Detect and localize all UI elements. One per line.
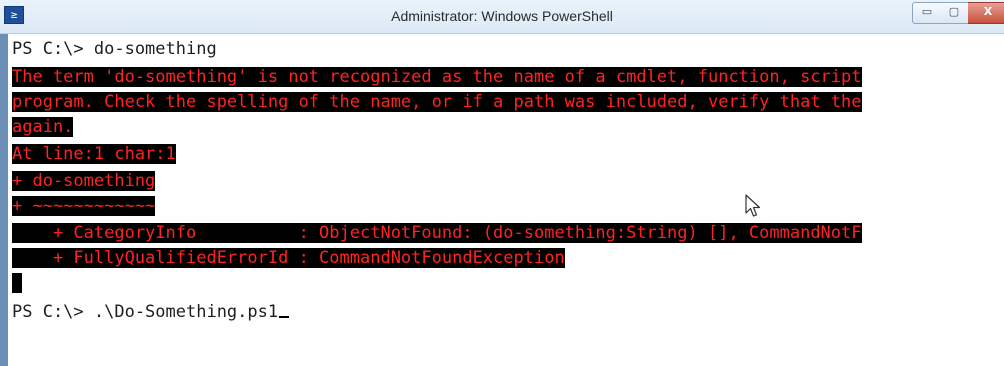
error-line: + CategoryInfo : ObjectNotFound: (do-som… [12, 221, 862, 245]
error-line: program. Check the spelling of the name,… [12, 90, 862, 114]
error-line: The term 'do-something' is not recognize… [12, 65, 862, 89]
error-line: + do-something [12, 169, 156, 193]
powershell-window: ≥ Administrator: Windows PowerShell ▭ ▢ … [0, 0, 1004, 366]
error-text: The term 'do-something' is not recognize… [12, 67, 862, 87]
error-line: At line:1 char:1 [12, 142, 176, 166]
error-text: + do-something [12, 171, 156, 191]
error-line: + ~~~~~~~~~~~~ [12, 194, 156, 218]
error-line: + FullyQualifiedErrorId : CommandNotFoun… [12, 246, 565, 270]
window-left-border [0, 34, 8, 366]
prompt-line: PS C:\> do-something [12, 39, 217, 59]
error-text [12, 273, 23, 293]
error-text: At line:1 char:1 [12, 144, 176, 164]
error-text: program. Check the spelling of the name,… [12, 92, 862, 112]
current-prompt-line[interactable]: PS C:\> .\Do-Something.ps1 [12, 300, 290, 324]
error-line: again. [12, 115, 74, 139]
title-bar[interactable]: ≥ Administrator: Windows PowerShell ▭ ▢ … [0, 0, 1004, 34]
error-text: + ~~~~~~~~~~~~ [12, 196, 156, 216]
window-title: Administrator: Windows PowerShell [391, 8, 613, 24]
close-button[interactable]: X [968, 2, 1004, 24]
close-icon: X [983, 5, 993, 18]
maximize-icon: ▢ [948, 5, 960, 18]
minimize-icon: ▭ [921, 5, 933, 18]
error-text: again. [12, 117, 74, 137]
text-caret [279, 316, 290, 318]
error-line [12, 271, 23, 295]
current-prompt-text: PS C:\> .\Do-Something.ps1 [12, 302, 279, 322]
error-text: + CategoryInfo : ObjectNotFound: (do-som… [12, 223, 862, 243]
minimize-button[interactable]: ▭ [912, 2, 942, 24]
console-area[interactable]: PS C:\> do-something The term 'do-someth… [8, 34, 1004, 366]
mouse-pointer-icon [745, 194, 761, 217]
error-text: + FullyQualifiedErrorId : CommandNotFoun… [12, 248, 565, 268]
maximize-button[interactable]: ▢ [940, 2, 969, 24]
